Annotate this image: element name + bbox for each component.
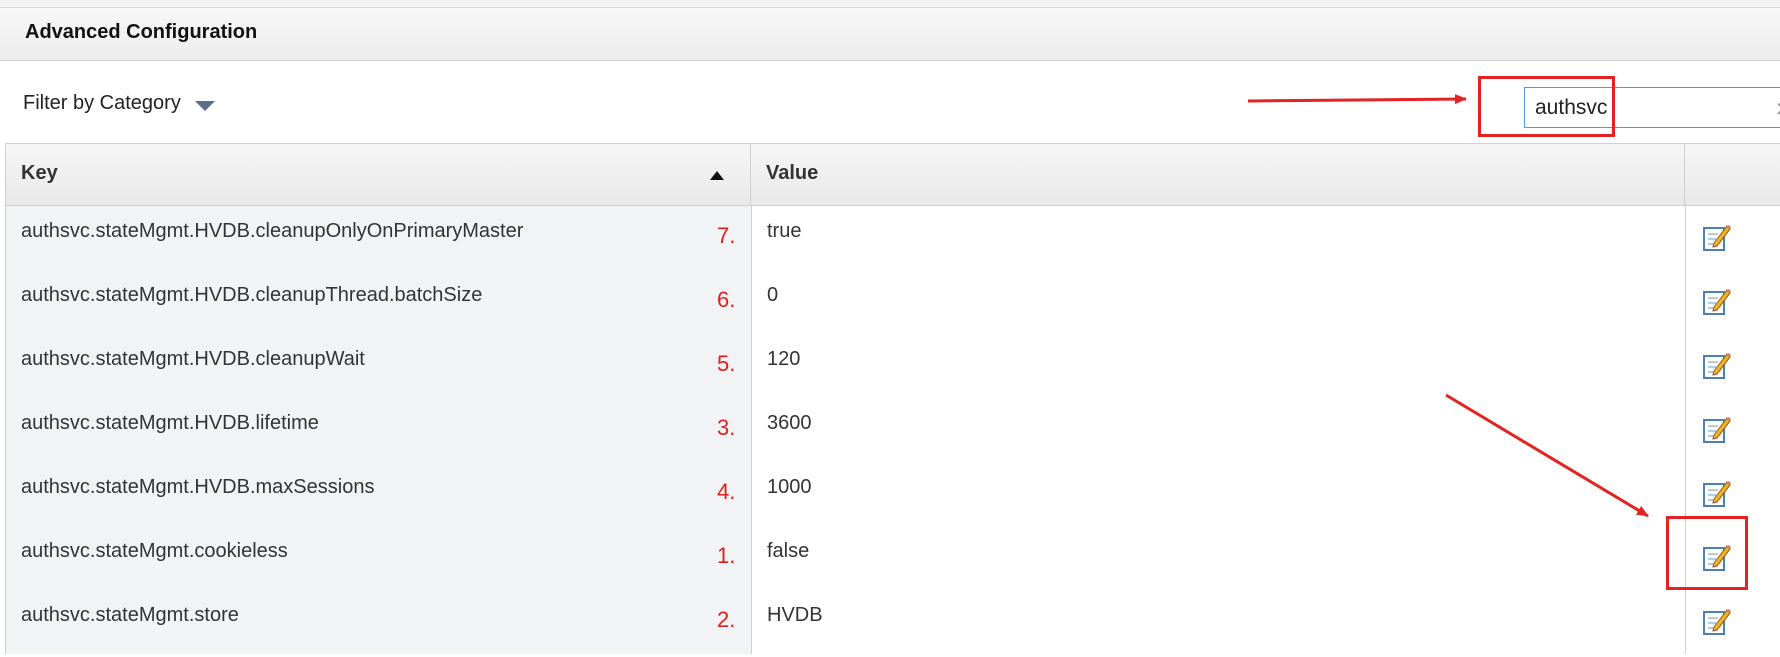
- annotation-arrows: [1247, 94, 1649, 518]
- arrow-to-search: [1247, 94, 1467, 105]
- arrow-to-edit-button: [1445, 393, 1649, 518]
